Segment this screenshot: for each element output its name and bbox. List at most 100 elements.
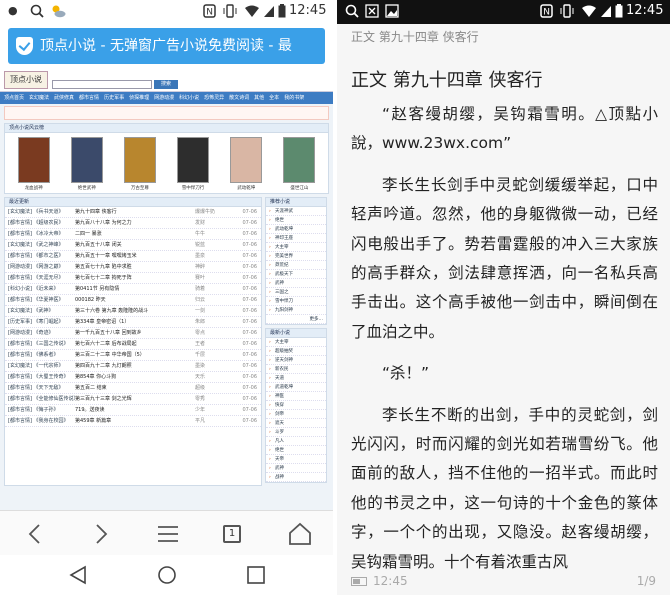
reader-content[interactable]: “赵客缦胡缨，吴钩霜雪明。△顶點小說，www.23wx.com” 李长生长剑手中… <box>351 100 658 577</box>
back-button[interactable] <box>22 521 48 547</box>
forward-button[interactable] <box>88 521 114 547</box>
nav-home-icon[interactable] <box>157 565 177 585</box>
row-chapter[interactable]: 000182 昨天 <box>75 295 195 305</box>
sidebar-item[interactable]: › 神医 <box>266 392 326 401</box>
sidebar-item[interactable]: › 雪中悍刀 <box>266 297 326 306</box>
sidebar-item[interactable]: › 遮天 <box>266 419 326 428</box>
featured-book[interactable]: 盛世江山 <box>281 137 317 191</box>
home-button[interactable] <box>287 521 313 547</box>
sidebar-item[interactable]: › 武极天下 <box>266 270 326 279</box>
nav-back-icon[interactable] <box>68 565 88 585</box>
tabs-button[interactable]: 1 <box>223 525 241 543</box>
sidebar-item[interactable]: › 剑帝 <box>266 410 326 419</box>
sidebar-item[interactable]: › 天涯神武 <box>266 207 326 216</box>
site-nav-item[interactable]: 顶点首页 <box>4 95 24 101</box>
row-chapter[interactable]: 719。送夜读 <box>75 405 195 415</box>
sidebar-item[interactable]: › 超级抽奖 <box>266 347 326 356</box>
site-nav-item[interactable]: 全本 <box>269 95 279 101</box>
featured-book[interactable]: 武动乾坤 <box>228 137 264 191</box>
row-chapter[interactable]: 第三十六卷 第九章 轰隆隆的战斗 <box>75 306 195 316</box>
sidebar-item[interactable]: › 斗罗 <box>266 428 326 437</box>
table-row[interactable]: [网游动漫] 《奇迹》 第一千九百五十八章 回到故乡 零点 07-06 <box>5 328 261 339</box>
sidebar-item[interactable]: › 三国之 <box>266 288 326 297</box>
table-row[interactable]: [玄幻魔法] 《武之神峰》 第九百五十八章 闭关 锐蓝 07-06 <box>5 240 261 251</box>
site-nav-item[interactable]: 历史军事 <box>104 95 124 101</box>
site-nav-item[interactable]: 散文诗词 <box>229 95 249 101</box>
table-row[interactable]: [都市言情] 《悔子孙》 719。送夜读 少年 07-06 <box>5 405 261 416</box>
table-row[interactable]: [玄幻魔法] 《兵书天道》 第九十四章 侠客行 爆爆牛奶 07-06 <box>5 207 261 218</box>
row-chapter[interactable]: 第一千九百五十八章 回到故乡 <box>75 328 195 338</box>
sidebar-item[interactable]: › 新农民 <box>266 365 326 374</box>
featured-book[interactable]: 龙血战神 <box>16 137 52 191</box>
table-row[interactable]: [都市言情] 《天下无敌》 第五百二 结束 超级 07-06 <box>5 383 261 394</box>
row-chapter[interactable]: 第三百九十三章 剑之光辉 <box>75 394 195 404</box>
site-nav-item[interactable]: 其他 <box>254 95 264 101</box>
site-logo[interactable]: 顶点小说 <box>4 71 48 89</box>
row-chapter[interactable]: 第五百七十九章 陷中求胜 <box>75 262 195 272</box>
sidebar-item[interactable]: › 武道乾坤 <box>266 383 326 392</box>
site-nav-item[interactable]: 侦探推理 <box>129 95 149 101</box>
row-chapter[interactable]: 第九百八十八章 为何之力 <box>75 218 195 228</box>
app-promo-banner[interactable]: 顶点小说 - 无弹窗广告小说免费阅读 - 最 <box>8 28 325 64</box>
sidebar-item[interactable]: › 凡人 <box>266 437 326 446</box>
table-row[interactable]: [都市言情] 《华夏神医》 000182 昨天 归云 07-06 <box>5 295 261 306</box>
site-nav-item[interactable]: 网游动漫 <box>154 95 174 101</box>
table-row[interactable]: [都市言情] 《大蜀王传奇》 第854章 你心斗狗 天乐 07-06 <box>5 372 261 383</box>
site-nav-item[interactable]: 都市言情 <box>79 95 99 101</box>
more-link[interactable]: 更多… <box>266 315 326 324</box>
sidebar-item[interactable]: › 武动乾坤 <box>266 225 326 234</box>
sidebar-item[interactable]: › 战神 <box>266 473 326 482</box>
table-row[interactable]: [都市言情] 《超级农民》 第九百八十八章 为何之力 发财 07-06 <box>5 218 261 229</box>
table-row[interactable]: [科幻小说] 《近未来》 第0411节 另有隐情 骑着 07-06 <box>5 284 261 295</box>
sidebar-item[interactable]: › 天帝 <box>266 455 326 464</box>
sidebar-item[interactable]: › 大主宰 <box>266 338 326 347</box>
sidebar-item[interactable]: › 绝世 <box>266 216 326 225</box>
table-row[interactable]: [都市言情] 《全能修仙医传说》 第三百九十三章 剑之光辉 零秀 07-06 <box>5 394 261 405</box>
sidebar-item[interactable]: › 逆天剑神 <box>266 356 326 365</box>
webpage-viewport[interactable]: 顶点小说 搜索 顶点首页 玄幻魔法 武侠修真 都市言情 历史军事 侦探推理 网游动漫 科幻小说… <box>0 68 333 510</box>
row-chapter[interactable]: 第459章 新篇章 <box>75 416 195 426</box>
nav-recents-icon[interactable] <box>246 565 266 585</box>
sidebar-item[interactable]: › 绝世 <box>266 446 326 455</box>
sidebar-item[interactable]: › 快穿 <box>266 401 326 410</box>
featured-book[interactable]: 雪中悍刀行 <box>175 137 211 191</box>
table-row[interactable]: [玄幻魔法] 《一代宗师》 第四百九十二章 九灯朗照 墨染 07-06 <box>5 361 261 372</box>
site-search-input[interactable] <box>52 80 152 89</box>
site-nav-item[interactable]: 玄幻魔法 <box>29 95 49 101</box>
sidebar-item[interactable]: › 大主宰 <box>266 243 326 252</box>
sidebar-item[interactable]: › 武神 <box>266 279 326 288</box>
row-chapter[interactable]: 第七百七十二章 拘死于阵 <box>75 273 195 283</box>
row-chapter[interactable]: 第五百二 结束 <box>75 383 195 393</box>
site-nav-item[interactable]: 恐怖灵异 <box>204 95 224 101</box>
featured-book[interactable]: 万古至尊 <box>122 137 158 191</box>
sidebar-item[interactable]: › 完美世界 <box>266 252 326 261</box>
table-row[interactable]: [都市言情] 《佛系者》 第三百二十二章 中华帝国（5） 千层 07-06 <box>5 350 261 361</box>
sidebar-item[interactable]: › 天道 <box>266 374 326 383</box>
table-row[interactable]: [都市言情] 《冰冷大帝》 二四一 暴涨 牛牛 07-06 <box>5 229 261 240</box>
site-nav-item[interactable]: 我的书架 <box>284 95 304 101</box>
sidebar-item[interactable]: › 九阳剑神 <box>266 306 326 315</box>
site-nav-item[interactable]: 科幻小说 <box>179 95 199 101</box>
row-chapter[interactable]: 第四百九十二章 九灯朗照 <box>75 361 195 371</box>
table-row[interactable]: [都市言情] 《我身在校园》 第459章 新篇章 平凡 07-06 <box>5 416 261 427</box>
table-row[interactable]: [玄幻魔法] 《武神》 第三十六卷 第九章 轰隆隆的战斗 一剑 07-06 <box>5 306 261 317</box>
featured-book[interactable]: 绝世武神 <box>69 137 105 191</box>
row-chapter[interactable]: 第七百六十二章 后布战局起 <box>75 339 195 349</box>
row-chapter[interactable]: 第三百二十二章 中华帝国（5） <box>75 350 195 360</box>
table-row[interactable]: [历史军事] 《寒门崛起》 第334章 皇帝密诏（1） 朱郎 07-06 <box>5 317 261 328</box>
site-nav-item[interactable]: 武侠修真 <box>54 95 74 101</box>
row-chapter[interactable]: 第0411节 另有隐情 <box>75 284 195 294</box>
sidebar-item[interactable]: › 莽荒纪 <box>266 261 326 270</box>
sidebar-item[interactable]: › 神印王座 <box>266 234 326 243</box>
row-chapter[interactable]: 第九百五十一章 嘿嘿烤玉米 <box>75 251 195 261</box>
table-row[interactable]: [网游动漫] 《网游之巅》 第五百七十九章 陷中求胜 神醉 07-06 <box>5 262 261 273</box>
table-row[interactable]: [都市言情] 《天涯无尽》 第七百七十二章 拘死于阵 赛叶 07-06 <box>5 273 261 284</box>
row-chapter[interactable]: 第334章 皇帝密诏（1） <box>75 317 195 327</box>
site-search-button[interactable]: 搜索 <box>154 80 178 89</box>
row-chapter[interactable]: 第854章 你心斗狗 <box>75 372 195 382</box>
table-row[interactable]: [都市言情] 《都市之医》 第九百五十一章 嘿嘿烤玉米 墨泉 07-06 <box>5 251 261 262</box>
menu-button[interactable] <box>155 521 181 547</box>
sidebar-item[interactable]: › 武神 <box>266 464 326 473</box>
row-chapter[interactable]: 第九十四章 侠客行 <box>75 207 195 217</box>
table-row[interactable]: [都市言情] 《三国之传说》 第七百六十二章 后布战局起 王者 07-06 <box>5 339 261 350</box>
